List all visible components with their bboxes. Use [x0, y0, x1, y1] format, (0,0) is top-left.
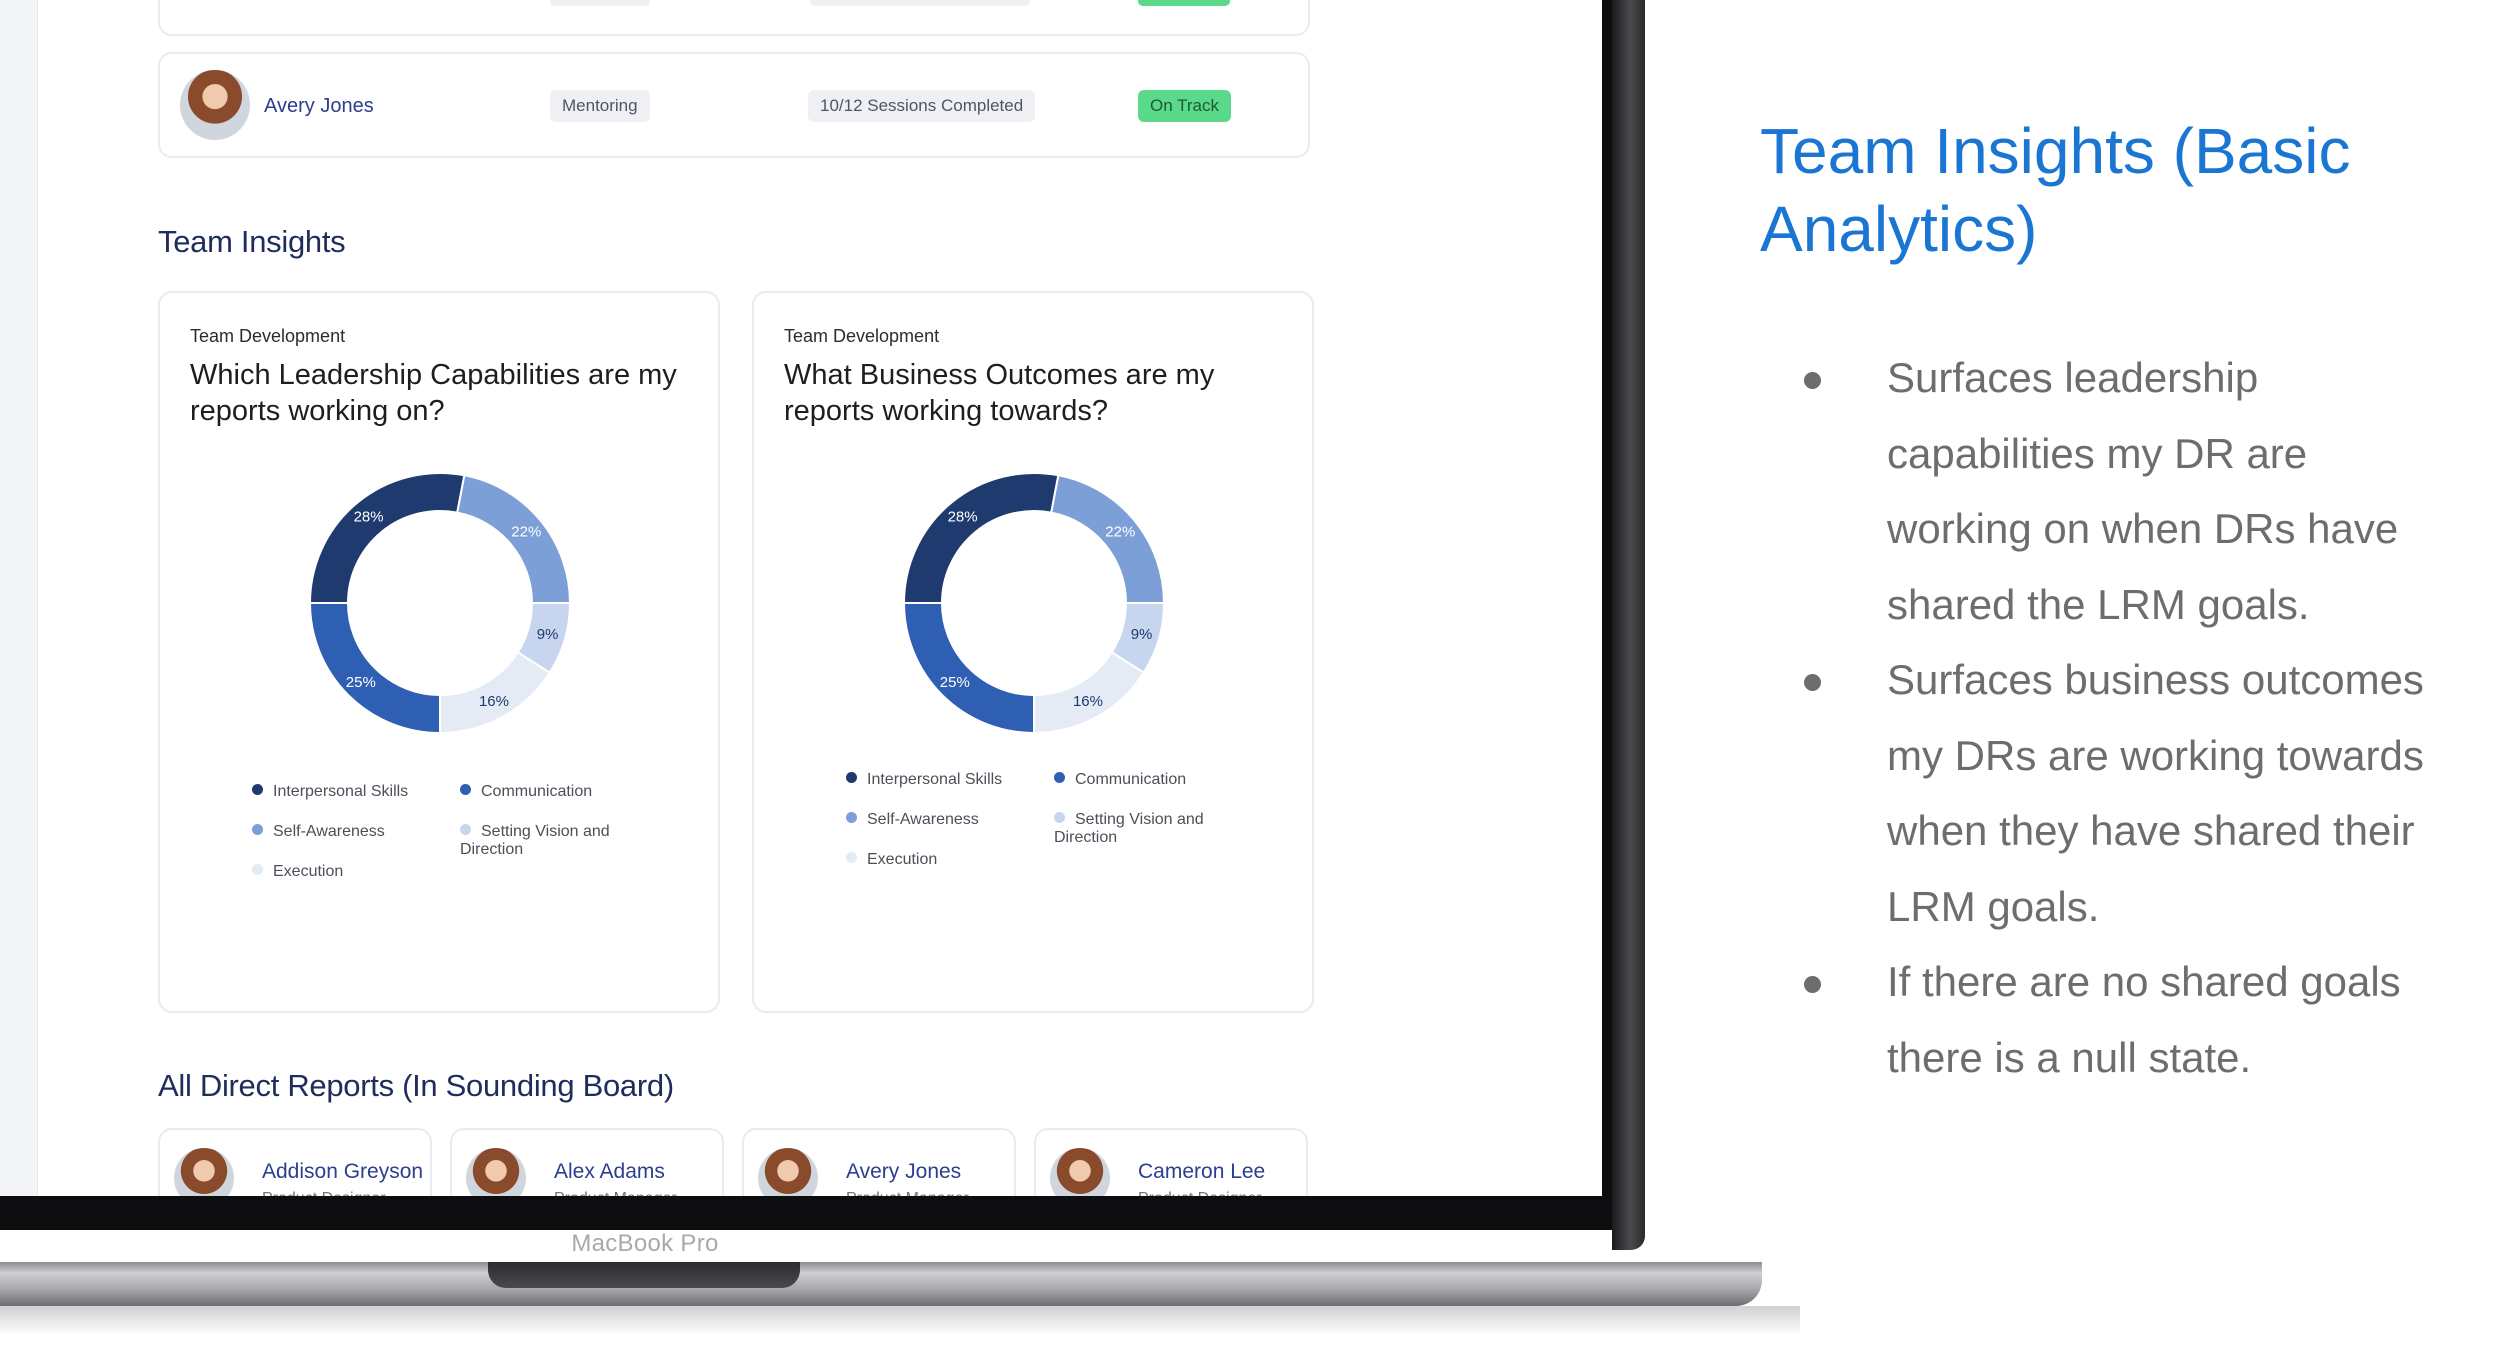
donut-slice-interpersonal-skills [902, 472, 1060, 604]
card-eyebrow: Team Development [784, 326, 940, 346]
legend-swatch [460, 784, 471, 795]
laptop-base [0, 1262, 1762, 1306]
previous-row-card[interactable] [158, 0, 1310, 36]
avatar [1050, 1148, 1110, 1196]
legend-label: Communication [1075, 771, 1187, 788]
donut-chart: 28% 22% 9% 16% 25% [902, 472, 1166, 735]
legend-swatch [1054, 772, 1065, 783]
laptop-model-label: MacBook Pro [571, 1230, 719, 1257]
avatar [180, 70, 250, 140]
report-name[interactable]: Alex Adams [554, 1160, 665, 1184]
report-name[interactable]: Avery Jones [846, 1160, 961, 1184]
report-role: Product Designer [1138, 1190, 1262, 1196]
mentoring-row[interactable]: Avery Jones Mentoring 10/12 Sessions Com… [158, 52, 1310, 158]
bullet-dot-icon [1804, 372, 1821, 389]
report-card[interactable]: Cameron Lee Product Designer [1034, 1128, 1308, 1196]
team-insights-heading: Team Insights [158, 224, 346, 259]
donut-slice-communication [902, 602, 1035, 735]
donut-value-label: 22% [1105, 524, 1135, 541]
all-direct-reports-heading: All Direct Reports (In Sounding Board) [158, 1068, 674, 1103]
bullet-item: Surfaces business outcomes my DRs are wo… [1790, 642, 2430, 944]
donut-slice-communication [308, 602, 441, 735]
report-role: Product Designer [262, 1190, 386, 1196]
legend-label: Execution [867, 851, 938, 868]
bullet-text: Surfaces leadership capabilities my DR a… [1887, 354, 2399, 628]
laptop-screen: Avery Jones Mentoring 10/12 Sessions Com… [0, 0, 1602, 1196]
donut-value-label: 22% [511, 524, 541, 541]
legend-label: Execution [273, 863, 344, 880]
legend-swatch [252, 864, 263, 875]
donut-value-label: 9% [537, 626, 559, 643]
legend-item: Self-Awareness [252, 823, 385, 841]
card-eyebrow: Team Development [190, 326, 346, 346]
mentee-name[interactable]: Avery Jones [264, 95, 374, 118]
status-badge: On Track [1138, 90, 1231, 122]
legend-item: Execution [846, 851, 937, 869]
slide-title: Team Insights (Basic Analytics) [1760, 115, 2351, 265]
donut-value-label: 25% [940, 674, 970, 691]
bullet-list: Surfaces leadership capabilities my DR a… [1790, 340, 2430, 1095]
report-card[interactable]: Alex Adams Product Manager [450, 1128, 724, 1196]
bullet-dot-icon [1804, 674, 1821, 691]
previous-row-pill [550, 0, 650, 6]
legend-swatch [846, 812, 857, 823]
bullet-text: Surfaces business outcomes my DRs are wo… [1887, 656, 2424, 930]
report-card[interactable]: Avery Jones Product Manager [742, 1128, 1016, 1196]
bullet-item: Surfaces leadership capabilities my DR a… [1790, 340, 2430, 642]
leadership-capabilities-card: Team Development Which Leadership Capabi… [158, 291, 720, 1013]
legend-item: Interpersonal Skills [846, 771, 1002, 789]
donut-value-label: 28% [948, 509, 978, 526]
legend-label: Interpersonal Skills [273, 783, 409, 800]
legend-swatch [252, 784, 263, 795]
legend-swatch [846, 852, 857, 863]
report-role: Product Manager [846, 1190, 969, 1196]
legend-label: Self-Awareness [867, 811, 979, 828]
legend-swatch [846, 772, 857, 783]
avatar [466, 1148, 526, 1196]
donut-chart: 28% 22% 9% 16% 25% [308, 472, 572, 735]
legend-item: Execution [252, 863, 343, 881]
legend-item: Setting Vision and Direction [460, 823, 630, 859]
legend-item: Interpersonal Skills [252, 783, 408, 801]
bullet-dot-icon [1804, 976, 1821, 993]
legend-swatch [252, 824, 263, 835]
report-name[interactable]: Addison Greyson [262, 1160, 423, 1184]
previous-row-status [1138, 0, 1230, 6]
report-card[interactable]: Addison Greyson Product Designer [158, 1128, 432, 1196]
progress-pill: 10/12 Sessions Completed [808, 90, 1036, 122]
card-question: What Business Outcomes are my reports wo… [784, 359, 1215, 427]
business-outcomes-card: Team Development What Business Outcomes … [752, 291, 1314, 1013]
legend-item: Setting Vision and Direction [1054, 811, 1224, 847]
legend-item: Communication [1054, 771, 1186, 789]
laptop-shadow [0, 1306, 1800, 1336]
avatar [758, 1148, 818, 1196]
bullet-item: If there are no shared goals there is a … [1790, 944, 2430, 1095]
program-pill: Mentoring [550, 90, 650, 122]
legend-label: Setting Vision and Direction [1054, 811, 1204, 846]
donut-value-label: 16% [1073, 693, 1103, 710]
donut-value-label: 28% [354, 509, 384, 526]
legend-item: Communication [460, 783, 592, 801]
report-role: Product Manager [554, 1190, 677, 1196]
previous-row-pill [810, 0, 1030, 6]
avatar [174, 1148, 234, 1196]
donut-value-label: 9% [1131, 626, 1153, 643]
legend-label: Communication [481, 783, 593, 800]
legend-label: Setting Vision and Direction [460, 823, 610, 858]
donut-value-label: 16% [479, 693, 509, 710]
card-question: Which Leadership Capabilities are my rep… [190, 359, 677, 427]
legend-item: Self-Awareness [846, 811, 979, 829]
legend-label: Self-Awareness [273, 823, 385, 840]
laptop-lid-edge [1612, 0, 1645, 1250]
legend-swatch [1054, 812, 1065, 823]
app-sidebar [0, 0, 38, 1196]
report-name[interactable]: Cameron Lee [1138, 1160, 1265, 1184]
donut-slice-interpersonal-skills [308, 472, 466, 604]
donut-value-label: 25% [346, 674, 376, 691]
bullet-text: If there are no shared goals there is a … [1887, 958, 2401, 1081]
laptop-base-notch [488, 1262, 800, 1288]
legend-swatch [460, 824, 471, 835]
legend-label: Interpersonal Skills [867, 771, 1003, 788]
